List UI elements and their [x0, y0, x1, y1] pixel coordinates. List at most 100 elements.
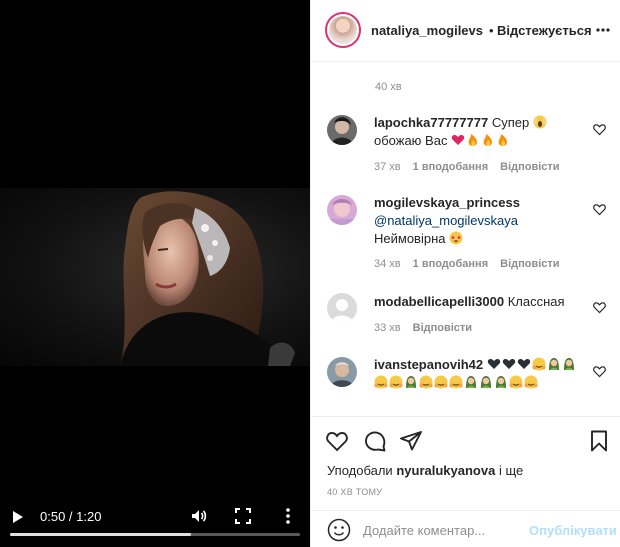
fullscreen-icon[interactable]: [235, 508, 251, 524]
comment-meta: 34 хв 1 вподобання Відповісти: [374, 258, 560, 270]
comment-meta: 33 хв Відповісти: [374, 322, 472, 334]
comment-text: modabellicapelli3000 Классная: [374, 293, 584, 311]
volume-icon[interactable]: [190, 507, 208, 525]
hugging-face-icon: [419, 375, 433, 389]
red-heart-icon: [451, 135, 465, 145]
fire-icon: [498, 134, 508, 146]
comment-username[interactable]: ivanstepanovih42: [374, 357, 483, 372]
play-icon[interactable]: [10, 509, 26, 525]
post-comment-button[interactable]: Опублікувати: [529, 523, 617, 538]
comment-time: 33 хв: [374, 322, 401, 334]
comment-text-part: Супер: [491, 115, 530, 130]
comment-text: lapochka77777777 Супер обожаю Вас: [374, 114, 584, 150]
woman-elf-face-icon: [481, 376, 491, 388]
default-avatar-icon: [327, 293, 357, 323]
post-actions: Уподобали nyuralukyanova і ще 40 ХВ ТОМУ: [311, 416, 620, 497]
black-heart-icon: [487, 359, 500, 369]
hugging-face-icon: [524, 375, 538, 389]
comment-meta: 37 хв 1 вподобання Відповісти: [374, 161, 560, 173]
video-controls: 0:50 / 1:20: [0, 495, 310, 547]
comment-text-part: обожаю Вас: [374, 133, 448, 148]
comment-time: 37 хв: [374, 161, 401, 173]
comment-text-part: Классная: [507, 294, 565, 309]
comments-list[interactable]: 40 хв lapochka77777777 Супер обожаю Вас …: [311, 63, 620, 415]
cutoff-text-remnant: [375, 63, 515, 65]
comment-text: mogilevskaya_princess @nataliya_mogilevs…: [374, 194, 584, 248]
comment-input[interactable]: [363, 519, 523, 541]
comment-bubble-icon[interactable]: [363, 429, 387, 453]
post-side-panel: nataliya_mogilevs • Відстежується 40 хв …: [310, 0, 620, 547]
hugging-face-icon: [389, 375, 403, 389]
fire-icon: [468, 134, 478, 146]
video-still-image: [120, 191, 295, 366]
video-player[interactable]: 0:50 / 1:20: [0, 0, 310, 547]
comment-username[interactable]: mogilevskaya_princess: [374, 195, 520, 210]
post-header: nataliya_mogilevs • Відстежується: [311, 0, 620, 62]
liked-by: Уподобали nyuralukyanova і ще: [327, 463, 523, 478]
liked-by-suffix[interactable]: і ще: [499, 463, 523, 478]
hugging-face-icon: [532, 357, 546, 371]
emoji-smiley-icon[interactable]: [327, 518, 351, 542]
instagram-post-modal: 0:50 / 1:20 nataliya_mogilevs • Відстежу…: [0, 0, 620, 547]
comment-likes-count[interactable]: 1 вподобання: [413, 161, 488, 173]
commenter-avatar[interactable]: [327, 357, 357, 387]
follow-status-button[interactable]: Відстежується: [497, 23, 592, 38]
comment-like-heart-icon[interactable]: [593, 301, 606, 314]
comment-username[interactable]: lapochka77777777: [374, 115, 488, 130]
comment-reply-button[interactable]: Відповісти: [500, 258, 559, 270]
video-time: 0:50 / 1:20: [40, 509, 101, 524]
header-separator: •: [489, 23, 494, 38]
comment-likes-count[interactable]: 1 вподобання: [413, 258, 488, 270]
commenter-avatar[interactable]: [327, 195, 357, 225]
liked-by-prefix: Уподобали: [327, 463, 393, 478]
comment-username[interactable]: modabellicapelli3000: [374, 294, 504, 309]
woman-elf-face-icon: [466, 376, 476, 388]
woman-elf-face-icon: [406, 376, 416, 388]
comment-text-part: Неймовірна: [374, 231, 446, 246]
woman-elf-face-icon: [496, 376, 506, 388]
comment-reply-button[interactable]: Відповісти: [413, 322, 472, 334]
comment-composer: Опублікувати: [311, 510, 620, 547]
previous-comment-cutoff: [375, 63, 515, 65]
hugging-face-icon: [449, 375, 463, 389]
comment-like-heart-icon[interactable]: [593, 123, 606, 136]
current-time: 0:50: [40, 509, 66, 524]
commenter-avatar-image: [327, 195, 357, 225]
video-progress-bar[interactable]: [10, 533, 300, 536]
black-heart-icon: [502, 359, 515, 369]
comment-like-heart-icon[interactable]: [593, 203, 606, 216]
posted-time[interactable]: 40 ХВ ТОМУ: [327, 487, 382, 497]
commenter-avatar[interactable]: [327, 115, 357, 145]
time-separator: /: [65, 509, 77, 524]
commenter-avatar-image: [327, 115, 357, 145]
previous-comment-time: 40 хв: [375, 81, 402, 93]
woman-elf-icon: [548, 358, 559, 370]
duration: 1:20: [76, 509, 102, 524]
screaming-face-icon: [533, 115, 547, 129]
comment-like-heart-icon[interactable]: [593, 365, 606, 378]
share-paper-plane-icon[interactable]: [399, 429, 423, 453]
hugging-face-icon: [434, 375, 448, 389]
author-avatar[interactable]: [325, 12, 361, 48]
like-heart-icon[interactable]: [325, 429, 349, 453]
more-horizontal-icon[interactable]: [595, 22, 611, 38]
comment-reply-button[interactable]: Відповісти: [500, 161, 559, 173]
comment-time: 34 хв: [374, 258, 401, 270]
commenter-avatar-image: [327, 357, 357, 387]
star-struck-icon: [449, 231, 463, 245]
woman-elf-icon: [563, 358, 574, 370]
comment-mention-link[interactable]: @nataliya_mogilevskaya: [374, 213, 518, 228]
fire-icon: [483, 134, 493, 146]
video-progress-fill: [10, 533, 192, 536]
video-frame[interactable]: [0, 188, 310, 366]
more-options-icon[interactable]: [284, 507, 292, 525]
comment-text: ivanstepanovih42: [374, 356, 584, 392]
commenter-avatar[interactable]: [327, 293, 357, 323]
author-username[interactable]: nataliya_mogilevs: [371, 23, 483, 38]
liked-by-user[interactable]: nyuralukyanova: [396, 463, 495, 478]
author-avatar-image: [329, 16, 357, 44]
hugging-face-icon: [374, 375, 388, 389]
black-heart-icon: [517, 359, 530, 369]
save-bookmark-icon[interactable]: [587, 429, 611, 453]
emoji-sequence: [374, 375, 539, 390]
